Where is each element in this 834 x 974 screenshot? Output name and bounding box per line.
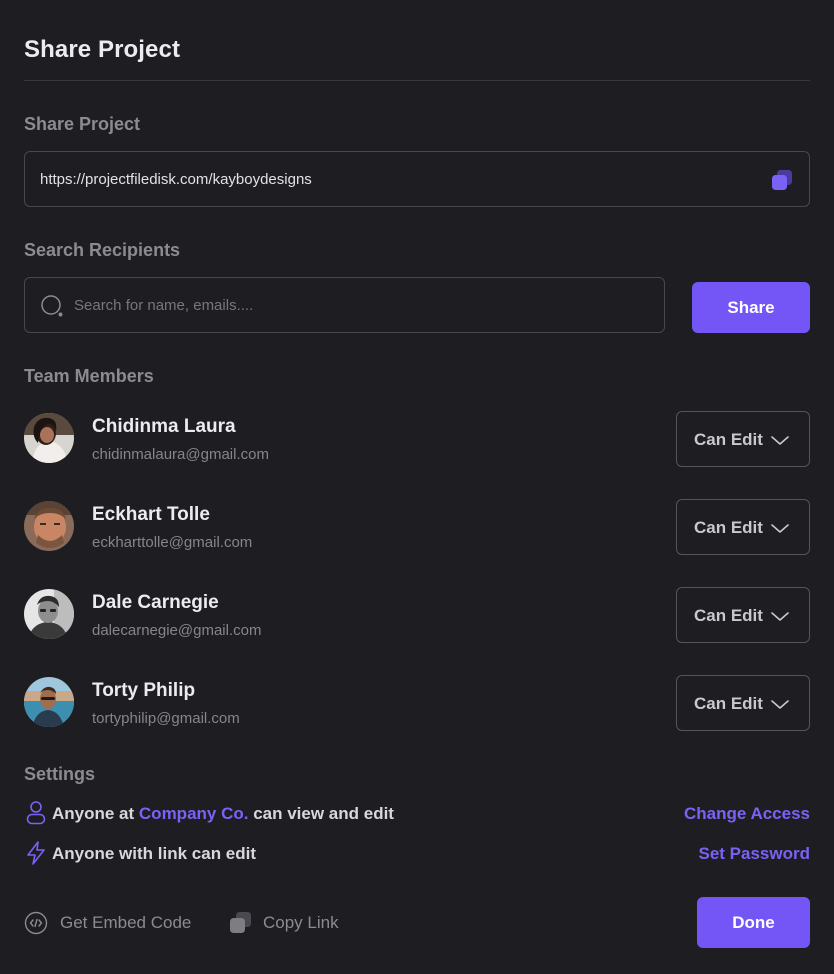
share-link-field[interactable]: https://projectfiledisk.com/kayboydesign… xyxy=(24,151,810,207)
member-email: chidinmalaura@gmail.com xyxy=(92,446,269,463)
chevron-down-icon xyxy=(769,520,791,536)
member-name: Dale Carnegie xyxy=(92,592,219,613)
role-dropdown[interactable]: Can Edit xyxy=(676,587,810,643)
change-access-link[interactable]: Change Access xyxy=(684,804,810,824)
setting-company-text: Anyone at Company Co. can view and edit xyxy=(52,804,394,823)
get-embed-code-button[interactable]: Get Embed Code xyxy=(24,909,194,937)
search-input[interactable] xyxy=(74,279,654,331)
copy-link-label: Copy Link xyxy=(263,913,339,932)
role-dropdown[interactable]: Can Edit xyxy=(676,411,810,467)
settings-label: Settings xyxy=(24,764,96,784)
company-name-link[interactable]: Company Co. xyxy=(139,804,249,823)
team-member-row: Eckhart Tolle eckharttolle@gmail.com Can… xyxy=(24,499,810,555)
member-email: dalecarnegie@gmail.com xyxy=(92,622,262,639)
user-icon xyxy=(24,800,48,826)
avatar xyxy=(24,413,74,463)
member-name: Eckhart Tolle xyxy=(92,504,210,525)
member-email: eckharttolle@gmail.com xyxy=(92,534,253,551)
share-button[interactable]: Share xyxy=(692,282,810,333)
code-icon xyxy=(24,911,48,935)
team-members-label: Team Members xyxy=(24,366,154,386)
get-embed-code-label: Get Embed Code xyxy=(60,913,192,932)
role-label: Can Edit xyxy=(694,430,763,449)
copy-icon[interactable] xyxy=(771,169,793,191)
search-recipients-label: Search Recipients xyxy=(24,240,181,260)
team-member-row: Chidinma Laura chidinmalaura@gmail.com C… xyxy=(24,411,810,467)
search-recipients-box[interactable] xyxy=(24,277,665,333)
team-member-row: Torty Philip tortyphilip@gmail.com Can E… xyxy=(24,675,810,731)
avatar xyxy=(24,677,74,727)
set-password-link[interactable]: Set Password xyxy=(699,844,811,864)
role-label: Can Edit xyxy=(694,694,763,713)
chevron-down-icon xyxy=(769,696,791,712)
avatar xyxy=(24,589,74,639)
copy-icon xyxy=(229,911,253,935)
team-member-row: Dale Carnegie dalecarnegie@gmail.com Can… xyxy=(24,587,810,643)
setting-link-text: Anyone with link can edit xyxy=(52,844,257,863)
role-dropdown[interactable]: Can Edit xyxy=(676,499,810,555)
lightning-icon xyxy=(24,840,48,866)
search-icon xyxy=(40,294,64,318)
member-name: Chidinma Laura xyxy=(92,416,236,437)
dialog-title: Share Project xyxy=(24,36,181,63)
setting-link-access: Anyone with link can edit Set Password xyxy=(24,840,810,868)
avatar xyxy=(24,501,74,551)
member-email: tortyphilip@gmail.com xyxy=(92,710,240,727)
header-divider xyxy=(24,80,810,81)
member-name: Torty Philip xyxy=(92,680,196,701)
chevron-down-icon xyxy=(769,608,791,624)
done-button[interactable]: Done xyxy=(697,897,810,948)
share-link-url[interactable]: https://projectfiledisk.com/kayboydesign… xyxy=(40,171,312,188)
share-link-section-label: Share Project xyxy=(24,114,141,134)
role-label: Can Edit xyxy=(694,518,763,537)
role-dropdown[interactable]: Can Edit xyxy=(676,675,810,731)
chevron-down-icon xyxy=(769,432,791,448)
setting-company-access: Anyone at Company Co. can view and edit … xyxy=(24,800,810,828)
role-label: Can Edit xyxy=(694,606,763,625)
copy-link-button[interactable]: Copy Link xyxy=(229,909,349,937)
